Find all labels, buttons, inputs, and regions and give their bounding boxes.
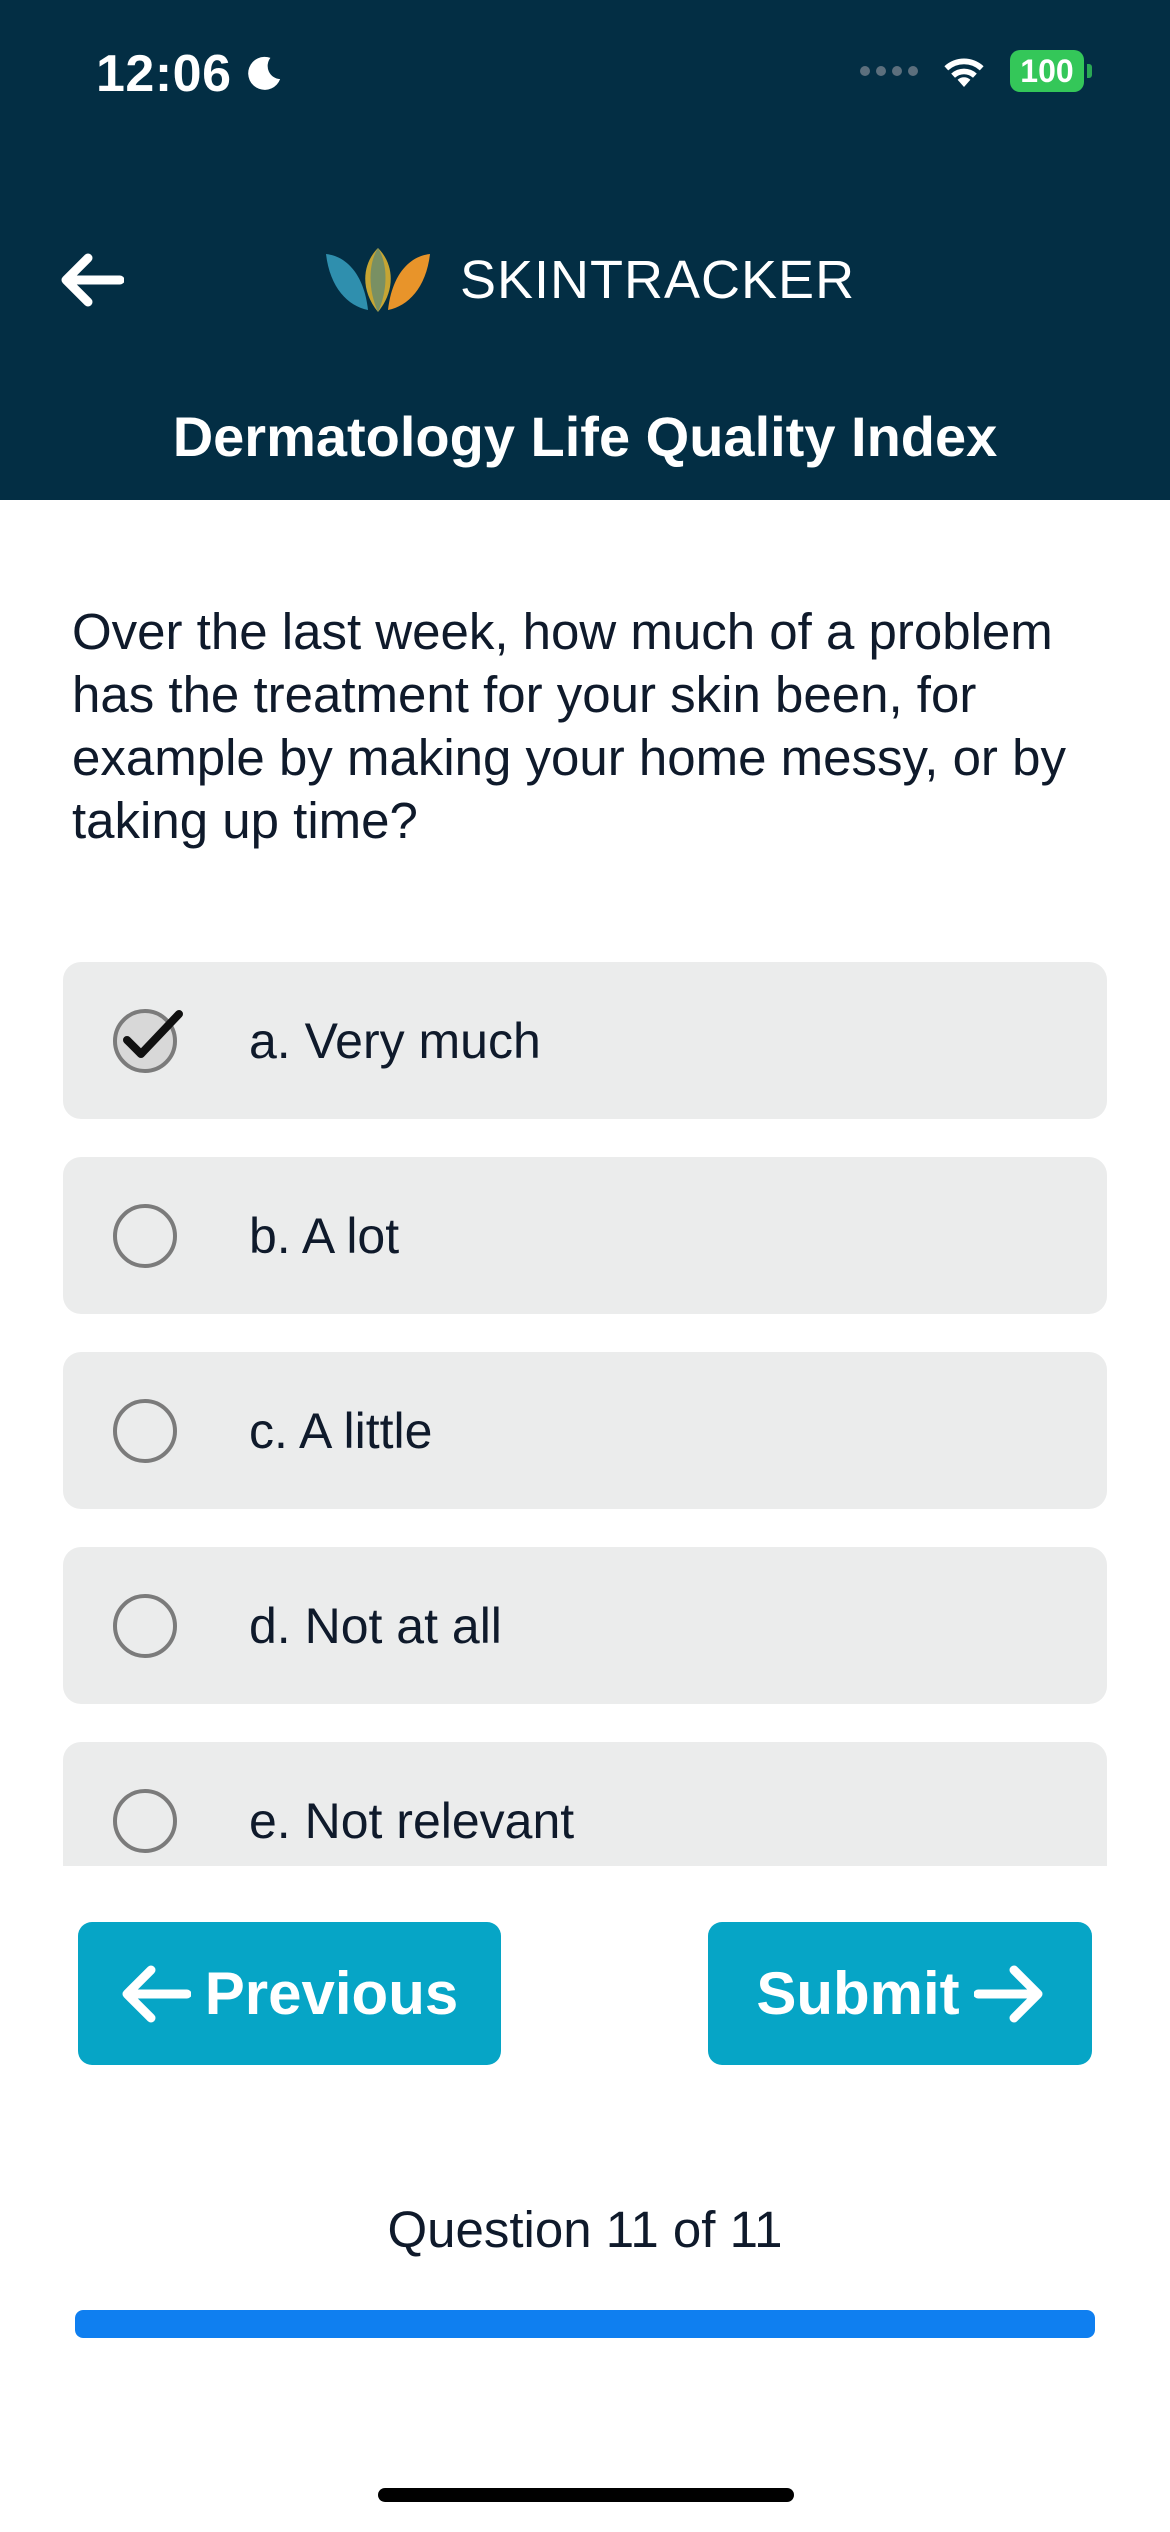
radio-button[interactable] — [113, 1399, 177, 1463]
radio-button[interactable] — [113, 1594, 177, 1658]
back-button[interactable] — [52, 240, 132, 320]
checkmark-icon — [123, 1010, 183, 1058]
status-bar-indicators: 100 — [860, 50, 1092, 92]
arrow-right-icon — [973, 1965, 1043, 2022]
radio-button[interactable] — [113, 1204, 177, 1268]
submit-button[interactable]: Submit — [708, 1922, 1092, 2065]
wifi-icon — [944, 58, 984, 87]
answer-options: a. Very much b. A lot c. A little d. Not… — [63, 962, 1107, 1866]
status-time-text: 12:06 — [96, 45, 232, 103]
status-bar-time: 12:06 — [96, 44, 286, 104]
submit-button-label: Submit — [756, 1960, 960, 2027]
option-very-much[interactable]: a. Very much — [63, 962, 1107, 1119]
arrow-left-icon — [61, 253, 124, 307]
previous-button-label: Previous — [204, 1960, 459, 2027]
arrow-left-icon — [122, 1965, 191, 2022]
brand-name: SKINTRACKER — [460, 250, 856, 310]
option-not-relevant[interactable]: e. Not relevant — [63, 1742, 1107, 1866]
option-label: c. A little — [249, 1402, 433, 1459]
option-label: b. A lot — [249, 1207, 400, 1264]
page-title: Dermatology Life Quality Index — [172, 405, 998, 468]
progress-bar — [75, 2310, 1095, 2338]
home-indicator — [378, 2488, 794, 2502]
radio-button[interactable] — [113, 1789, 177, 1853]
battery-level: 100 — [1010, 50, 1084, 92]
option-label: e. Not relevant — [249, 1792, 575, 1849]
progress-label: Question 11 of 11 — [387, 2201, 783, 2258]
option-label: a. Very much — [249, 1012, 541, 1069]
battery-icon: 100 — [1010, 50, 1092, 92]
signal-icon — [860, 66, 918, 76]
question-text: Over the last week, how much of a proble… — [72, 603, 1066, 849]
app-header: 12:06 100 SKINTRACKER Dermatology Life Q… — [0, 0, 1170, 500]
option-a-lot[interactable]: b. A lot — [63, 1157, 1107, 1314]
moon-icon — [247, 56, 280, 90]
option-not-at-all[interactable]: d. Not at all — [63, 1547, 1107, 1704]
brand-logo: SKINTRACKER — [318, 244, 855, 316]
option-label: d. Not at all — [249, 1597, 502, 1654]
lotus-logo-icon — [326, 248, 430, 312]
option-a-little[interactable]: c. A little — [63, 1352, 1107, 1509]
progress-bar-fill — [75, 2310, 1095, 2338]
previous-button[interactable]: Previous — [78, 1922, 501, 2065]
